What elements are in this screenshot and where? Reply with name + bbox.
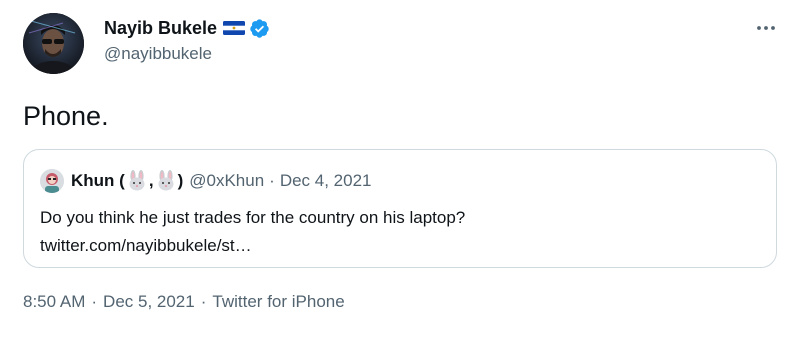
author-name-row: Nayib Bukele [104,16,270,40]
author-handle[interactable]: @nayibbukele [104,44,270,64]
rabbit-face-icon [155,170,177,192]
tweet: Nayib Bukele @nayibbukele Phone. Khun (… [0,0,803,337]
rabbit-face-icon [126,170,148,192]
more-icon [757,26,775,30]
quoted-tweet-link: twitter.com/nayibbukele/st… [40,236,252,255]
el-salvador-flag-icon [223,20,246,36]
quoted-author-name: Khun ( ,) [71,170,183,192]
quoted-header-separator: · [269,171,275,190]
quoted-tweet-date: Dec 4, 2021 [279,171,372,190]
more-options-button[interactable] [751,16,781,40]
quoted-author-avatar [40,169,64,193]
quoted-tweet-text: Do you think he just trades for the coun… [40,208,466,227]
quoted-author-name-prefix: Khun ( [71,171,125,190]
meta-separator: · [200,292,207,311]
tweet-metadata: 8:50 AM · Dec 5, 2021 · Twitter for iPho… [23,292,345,312]
quoted-tweet-body: Do you think he just trades for the coun… [40,204,465,260]
verified-badge-icon [249,18,270,39]
author-avatar[interactable] [23,13,84,74]
quoted-tweet-header: Khun ( ,) @0xKhun · Dec 4, 2021 [40,168,372,194]
author-display-name[interactable]: Nayib Bukele [104,18,217,39]
tweet-text: Phone. [23,101,109,131]
quoted-author-name-suffix: ) [177,171,184,190]
quoted-tweet-card[interactable]: Khun ( ,) @0xKhun · Dec 4, 2021 Do you … [23,149,777,268]
quoted-author-handle: @0xKhun [189,171,265,190]
tweet-source[interactable]: Twitter for iPhone [212,292,344,312]
tweet-time[interactable]: 8:50 AM [23,292,85,312]
quoted-author-name-separator: , [148,171,154,190]
meta-separator: · [91,292,98,311]
tweet-date[interactable]: Dec 5, 2021 [103,292,195,312]
author-block: Nayib Bukele @nayibbukele [104,16,270,64]
